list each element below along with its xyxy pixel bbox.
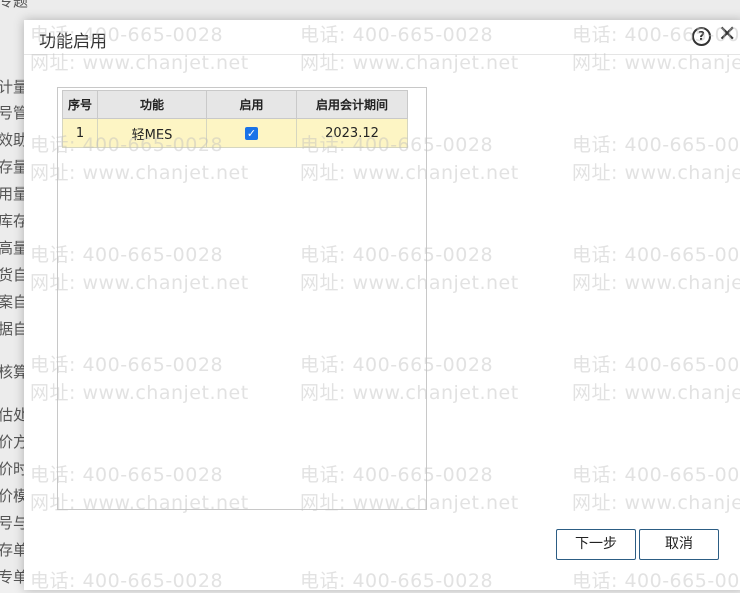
row-enabled-cell: ✓ <box>206 118 297 148</box>
row-feature-name: 轻MES <box>97 118 207 148</box>
feature-enable-dialog: 功能启用 ? ✕ 序号 功能 启用 启用会计期间 1 轻MES ✓ 2023.1… <box>24 20 740 590</box>
help-circle-icon[interactable]: ? <box>692 27 711 46</box>
table-header-row: 序号 功能 启用 启用会计期间 <box>62 90 408 119</box>
enabled-checkbox[interactable]: ✓ <box>245 126 258 140</box>
table-row[interactable]: 1 轻MES ✓ 2023.12 <box>62 118 408 148</box>
dialog-header: 功能启用 ? ✕ <box>24 20 740 55</box>
column-header-index[interactable]: 序号 <box>62 90 98 119</box>
column-header-feature[interactable]: 功能 <box>97 90 207 119</box>
dialog-title: 功能启用 <box>39 32 107 52</box>
background-menu-item[interactable]: 专题 <box>0 0 28 11</box>
cancel-button[interactable]: 取消 <box>639 529 719 560</box>
close-icon[interactable]: ✕ <box>718 22 736 48</box>
row-accounting-period[interactable]: 2023.12 <box>296 118 408 148</box>
feature-grid: 序号 功能 启用 启用会计期间 1 轻MES ✓ 2023.12 <box>57 87 427 510</box>
row-index: 1 <box>62 118 98 148</box>
next-step-button[interactable]: 下一步 <box>556 529 636 560</box>
column-header-enabled[interactable]: 启用 <box>206 90 297 119</box>
feature-table: 序号 功能 启用 启用会计期间 1 轻MES ✓ 2023.12 <box>62 90 408 148</box>
column-header-period[interactable]: 启用会计期间 <box>296 90 408 119</box>
